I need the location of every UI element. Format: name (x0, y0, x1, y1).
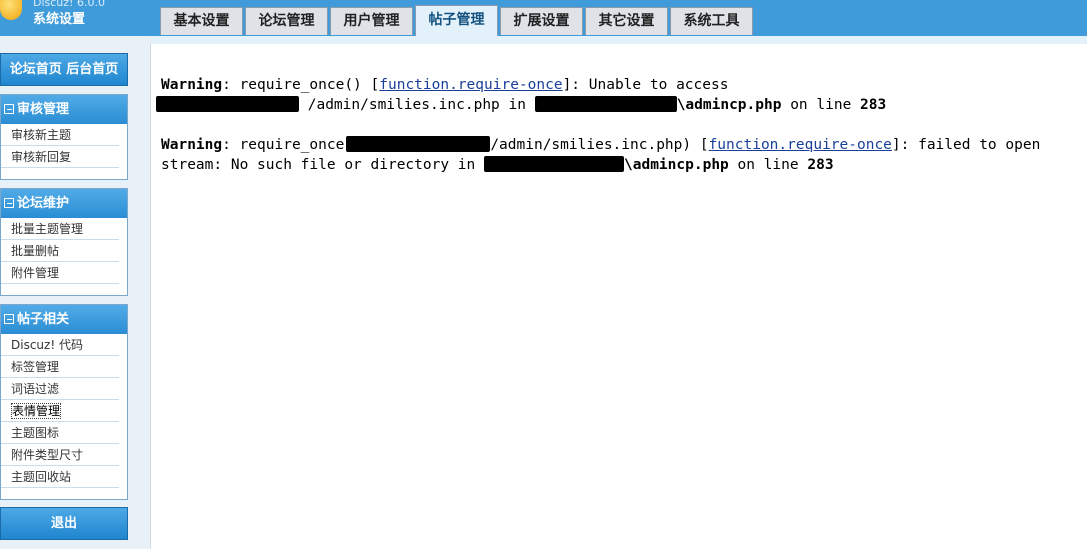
group-title: 论坛维护 (17, 196, 70, 211)
line-number: 283 (860, 97, 887, 113)
warning-text: /admin/smilies.inc.php in (299, 97, 535, 113)
function-link[interactable]: function.require-once (379, 77, 562, 93)
warning-text: on line (728, 157, 808, 173)
sidebar-item-review-threads[interactable]: 审核新主题 (1, 124, 119, 146)
redacted-block (534, 96, 677, 112)
sidebar-item-review-replies[interactable]: 审核新回复 (1, 146, 119, 168)
group-title: 帖子相关 (17, 312, 70, 327)
sidebar-item-attachment-types[interactable]: 附件类型尺寸 (1, 444, 119, 466)
sidebar-item-batch-threads[interactable]: 批量主题管理 (1, 218, 119, 240)
warning-1-line-1: Warning: require_once() [function.requir… (161, 75, 728, 95)
sidebar-item-tags[interactable]: 标签管理 (1, 356, 119, 378)
warning-2-line-2: stream: No such file or directory in \ad… (161, 155, 834, 175)
sidebar-item-discuz-code[interactable]: Discuz! 代码 (1, 334, 119, 356)
group-header[interactable]: 帖子相关 (1, 305, 127, 334)
tab-underline (150, 36, 1087, 44)
redacted-block (346, 136, 491, 152)
group-review: 审核管理 审核新主题 审核新回复 (0, 94, 128, 180)
warning-1-line-2: /admin/smilies.inc.php in \admincp.php o… (156, 95, 886, 115)
tab-post-management[interactable]: 帖子管理 (415, 5, 498, 36)
lightbulb-icon (0, 0, 22, 20)
logo: Discuz! 6.0.0 系统设置 (0, 0, 150, 36)
line-number: 283 (807, 157, 834, 173)
sidebar-item-batch-delete[interactable]: 批量删帖 (1, 240, 119, 262)
warning-label: Warning (161, 77, 223, 93)
tab-system-tools[interactable]: 系统工具 (670, 7, 753, 35)
section-title: 系统设置 (33, 12, 86, 27)
tab-basic-settings[interactable]: 基本设置 (160, 7, 243, 35)
sidebar-item-recycle-bin[interactable]: 主题回收站 (1, 466, 119, 488)
group-header[interactable]: 审核管理 (1, 95, 127, 124)
file-name: \admincp.php (624, 157, 729, 173)
main-content: Warning: require_once() [function.requir… (150, 44, 1087, 549)
redacted-block (484, 156, 625, 172)
tab-user-management[interactable]: 用户管理 (330, 7, 413, 35)
group-title: 审核管理 (17, 102, 70, 117)
sidebar-item-thread-icons[interactable]: 主题图标 (1, 422, 119, 444)
collapse-icon (4, 198, 14, 208)
logout-button[interactable]: 退出 (0, 507, 128, 540)
function-link[interactable]: function.require-once (709, 137, 892, 153)
warning-text: ]: Unable to access (562, 77, 729, 93)
file-name: \admincp.php (676, 97, 782, 113)
warning-label: Warning (161, 137, 223, 153)
home-links-button[interactable]: 论坛首页 后台首页 (0, 53, 128, 86)
redacted-block (156, 96, 299, 112)
sidebar-item-label: 表情管理 (11, 403, 62, 419)
warning-text: ]: failed to open (891, 137, 1041, 153)
top-bar: Discuz! 6.0.0 系统设置 基本设置 论坛管理 用户管理 帖子管理 扩… (0, 0, 1087, 36)
collapse-icon (4, 314, 14, 324)
sidebar-item-attachments[interactable]: 附件管理 (1, 262, 119, 284)
warning-2-line-1: Warning: require_once/admin/smilies.inc.… (161, 135, 1040, 155)
group-header[interactable]: 论坛维护 (1, 189, 127, 218)
sidebar: 论坛首页 后台首页 审核管理 审核新主题 审核新回复 论坛维护 批量主题管理 批… (0, 44, 150, 549)
sidebar-item-smilies[interactable]: 表情管理 (1, 400, 119, 422)
sidebar-item-word-filter[interactable]: 词语过滤 (1, 378, 119, 400)
tab-forum-management[interactable]: 论坛管理 (245, 7, 328, 35)
group-posts: 帖子相关 Discuz! 代码 标签管理 词语过滤 表情管理 主题图标 附件类型… (0, 304, 128, 500)
warning-text: on line (781, 97, 861, 113)
collapse-icon (4, 104, 14, 114)
tab-other-settings[interactable]: 其它设置 (585, 7, 668, 35)
warning-text: /admin/smilies.inc.php) [ (490, 137, 709, 153)
warning-text: : require_once (222, 137, 345, 153)
warning-text: : require_once() [ (222, 77, 380, 93)
warning-text: stream: No such file or directory in (161, 157, 485, 173)
group-maintenance: 论坛维护 批量主题管理 批量删帖 附件管理 (0, 188, 128, 296)
tab-extension-settings[interactable]: 扩展设置 (500, 7, 583, 35)
